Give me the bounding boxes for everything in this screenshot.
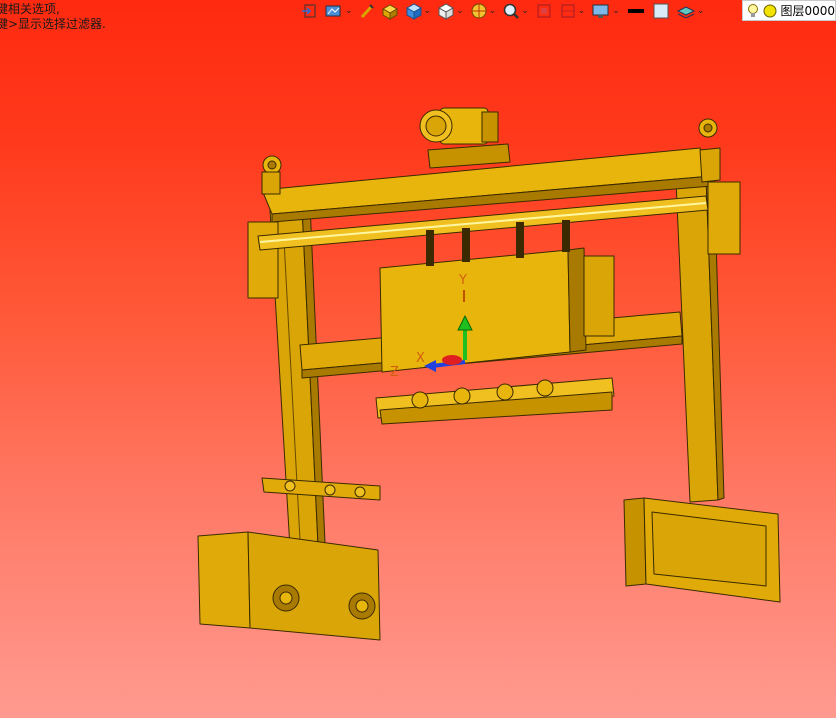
right-foot-box xyxy=(623,497,781,603)
graphics-viewport[interactable]: 键相关选项, 键>显示选择过滤器. ⌄ ⌄ ⌄ ⌄ ⌄ ⌄ ⌄ ⌄ 图层0000… xyxy=(0,0,836,718)
left-top-bracket xyxy=(247,155,282,299)
top-motor xyxy=(419,107,511,169)
triad-z-label: Z xyxy=(390,365,399,380)
left-foot-box xyxy=(197,531,381,641)
cad-model[interactable]: Y X Z xyxy=(0,0,836,718)
triad-x-label: X xyxy=(416,351,425,366)
roller-bar xyxy=(375,377,615,425)
carriage xyxy=(379,220,615,373)
triad-y-label: Y xyxy=(458,273,467,288)
